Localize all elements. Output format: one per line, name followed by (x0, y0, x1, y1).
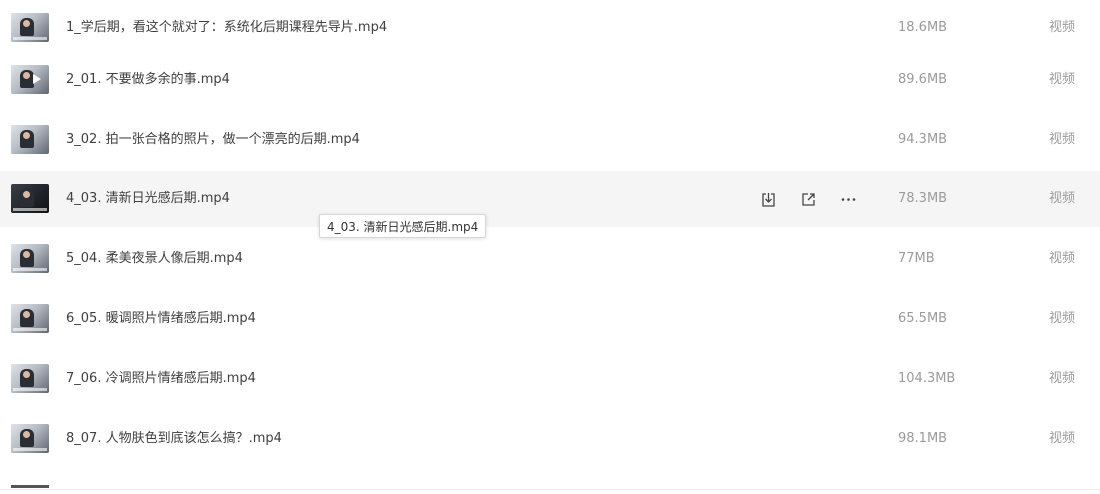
file-type: 视频 (1049, 191, 1076, 206)
file-name[interactable]: 2_01. 不要做多余的事.mp4 (66, 52, 230, 108)
file-size: 18.6MB (898, 20, 948, 35)
file-type: 视频 (1049, 371, 1076, 386)
row-actions (758, 189, 878, 209)
file-size: 94.3MB (898, 132, 948, 147)
download-icon[interactable] (758, 189, 778, 209)
file-name[interactable]: 6_05. 暖调照片情绪感后期.mp4 (66, 291, 256, 347)
video-thumbnail[interactable] (11, 184, 49, 213)
video-thumbnail[interactable] (11, 424, 49, 453)
file-list: 1_学后期，看这个就对了：系统化后期课程先导片.mp4 18.6MB 视频 2_… (0, 0, 1100, 494)
file-type: 视频 (1049, 132, 1076, 147)
partial-video-thumbnail (11, 485, 49, 488)
file-row[interactable]: 3_02. 拍一张合格的照片，做一个漂亮的后期.mp4 94.3MB 视频 (0, 112, 1100, 168)
file-name[interactable]: 7_06. 冷调照片情绪感后期.mp4 (66, 351, 256, 407)
file-type: 视频 (1049, 311, 1076, 326)
file-size: 98.1MB (898, 431, 948, 446)
file-row[interactable]: 7_06. 冷调照片情绪感后期.mp4 104.3MB 视频 (0, 351, 1100, 407)
file-row[interactable]: 6_05. 暖调照片情绪感后期.mp4 65.5MB 视频 (0, 291, 1100, 347)
file-row[interactable]: 5_04. 柔美夜景人像后期.mp4 77MB 视频 (0, 231, 1100, 287)
file-row[interactable]: 2_01. 不要做多余的事.mp4 89.6MB 视频 (0, 52, 1100, 108)
file-row[interactable]: 1_学后期，看这个就对了：系统化后期课程先导片.mp4 18.6MB 视频 (0, 0, 1100, 56)
video-thumbnail[interactable] (11, 304, 49, 333)
file-size: 65.5MB (898, 311, 948, 326)
more-icon[interactable] (838, 189, 858, 209)
list-divider (0, 489, 1100, 490)
file-name[interactable]: 8_07. 人物肤色到底该怎么搞？.mp4 (66, 411, 282, 467)
file-row[interactable]: 8_07. 人物肤色到底该怎么搞？.mp4 98.1MB 视频 (0, 411, 1100, 467)
video-thumbnail[interactable] (11, 65, 49, 94)
file-type: 视频 (1049, 72, 1076, 87)
file-size: 78.3MB (898, 191, 948, 206)
file-row-hovered[interactable]: 4_03. 清新日光感后期.mp4 78.3MB 视频 (0, 171, 1100, 227)
file-type: 视频 (1049, 251, 1076, 266)
file-type: 视频 (1049, 431, 1076, 446)
filename-tooltip: 4_03. 清新日光感后期.mp4 (319, 214, 487, 238)
file-size: 89.6MB (898, 72, 948, 87)
file-name[interactable]: 4_03. 清新日光感后期.mp4 (66, 171, 230, 227)
file-name[interactable]: 1_学后期，看这个就对了：系统化后期课程先导片.mp4 (66, 0, 387, 56)
file-name[interactable]: 5_04. 柔美夜景人像后期.mp4 (66, 231, 243, 287)
video-thumbnail[interactable] (11, 244, 49, 273)
video-thumbnail[interactable] (11, 125, 49, 154)
video-thumbnail[interactable] (11, 364, 49, 393)
file-size: 104.3MB (898, 371, 956, 386)
file-type: 视频 (1049, 20, 1076, 35)
video-thumbnail[interactable] (11, 13, 49, 42)
file-size: 77MB (898, 251, 935, 266)
file-name[interactable]: 3_02. 拍一张合格的照片，做一个漂亮的后期.mp4 (66, 112, 360, 168)
share-icon[interactable] (798, 189, 818, 209)
